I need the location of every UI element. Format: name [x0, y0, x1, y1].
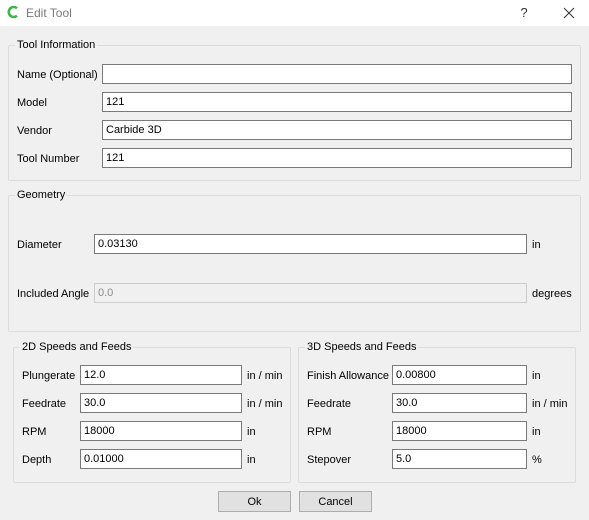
model-label: Model [17, 97, 47, 109]
rpm-2d-input[interactable] [80, 421, 242, 441]
name-input[interactable] [102, 64, 572, 84]
included-angle-input [94, 283, 527, 303]
diameter-unit: in [532, 239, 541, 251]
close-icon[interactable] [556, 3, 582, 23]
tool-number-label: Tool Number [17, 153, 80, 165]
feedrate-3d-label: Feedrate [307, 398, 352, 410]
title-bar[interactable]: Edit Tool ? [0, 0, 589, 26]
rpm-3d-input[interactable] [392, 421, 527, 441]
tool-number-input[interactable] [102, 148, 572, 168]
rpm-3d-label: RPM [307, 426, 332, 438]
included-angle-unit: degrees [532, 288, 572, 300]
feedrate-3d-input[interactable] [392, 393, 527, 413]
group-title: Geometry [15, 189, 68, 202]
group-title: Tool Information [15, 39, 98, 52]
finish-allowance-unit: in [532, 370, 541, 382]
included-angle-label: Included Angle [17, 288, 90, 300]
diameter-label: Diameter [17, 239, 62, 251]
vendor-input[interactable] [102, 120, 572, 140]
window-title: Edit Tool [26, 6, 72, 20]
stepover-label: Stepover [307, 454, 352, 466]
feedrate-3d-unit: in / min [532, 398, 568, 410]
rpm-2d-label: RPM [22, 426, 47, 438]
plungerate-unit: in / min [247, 370, 283, 382]
ok-button[interactable]: Ok [218, 491, 291, 512]
feedrate-2d-label: Feedrate [22, 398, 67, 410]
rpm-3d-unit: in [532, 426, 541, 438]
finish-allowance-label: Finish Allowance [307, 370, 389, 382]
group-title: 3D Speeds and Feeds [305, 341, 419, 354]
plungerate-input[interactable] [80, 365, 242, 385]
depth-unit: in [247, 454, 256, 466]
help-button[interactable]: ? [513, 3, 535, 23]
rpm-2d-unit: in [247, 426, 256, 438]
depth-input[interactable] [80, 449, 242, 469]
stepover-input[interactable] [392, 449, 527, 469]
model-input[interactable] [102, 92, 572, 112]
feedrate-2d-unit: in / min [247, 398, 283, 410]
cancel-button[interactable]: Cancel [299, 491, 372, 512]
feedrate-2d-input[interactable] [80, 393, 242, 413]
plungerate-label: Plungerate [22, 370, 76, 382]
depth-label: Depth [22, 454, 52, 466]
vendor-label: Vendor [17, 125, 52, 137]
group-title: 2D Speeds and Feeds [20, 341, 134, 354]
geometry-group: Geometry [8, 189, 581, 332]
finish-allowance-input[interactable] [392, 365, 527, 385]
name-label: Name (Optional) [17, 69, 98, 81]
stepover-unit: % [532, 454, 542, 466]
carbide-c-icon [7, 5, 18, 19]
diameter-input[interactable] [94, 234, 527, 254]
